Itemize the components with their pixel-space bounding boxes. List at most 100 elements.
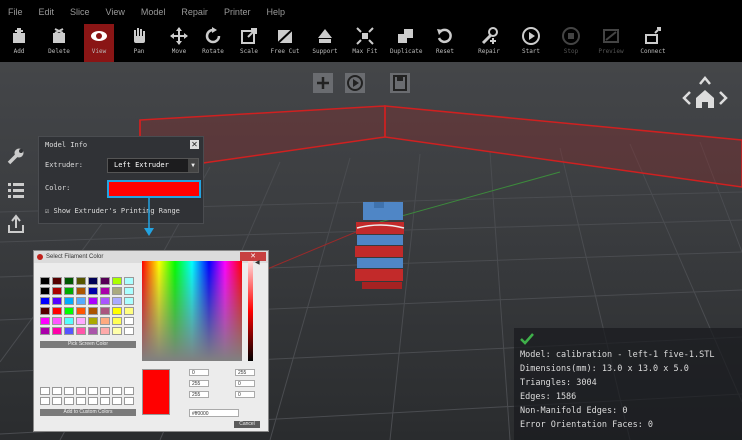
custom-color-slot[interactable] [100, 387, 110, 395]
pick-screen-color-button[interactable]: Pick Screen Color [40, 341, 136, 348]
basic-color-swatch[interactable] [52, 287, 62, 295]
export-icon[interactable] [6, 214, 26, 234]
basic-color-swatch[interactable] [52, 327, 62, 335]
custom-color-slot[interactable] [76, 387, 86, 395]
basic-color-swatch[interactable] [40, 297, 50, 305]
custom-color-slot[interactable] [52, 387, 62, 395]
menu-printer[interactable]: Printer [216, 7, 259, 17]
basic-color-swatch[interactable] [64, 277, 74, 285]
blue-spinbox[interactable]: 0 [235, 391, 255, 398]
toolbar-repair-button[interactable]: Repair [474, 24, 504, 62]
toolbar-add-button[interactable]: Add [4, 24, 34, 62]
basic-color-swatch[interactable] [88, 277, 98, 285]
toolbar-free-cut-button[interactable]: Free Cut [270, 24, 300, 62]
basic-color-swatch[interactable] [40, 277, 50, 285]
menu-view[interactable]: View [98, 7, 133, 17]
toolbar-scale-button[interactable]: Scale [234, 24, 264, 62]
basic-color-swatch[interactable] [88, 327, 98, 335]
color-spectrum[interactable] [142, 261, 242, 361]
basic-color-swatch[interactable] [76, 287, 86, 295]
custom-color-slot[interactable] [76, 397, 86, 405]
basic-color-swatch[interactable] [88, 287, 98, 295]
toolbar-stop-button[interactable]: Stop [556, 24, 586, 62]
play-preview-button[interactable] [344, 72, 366, 94]
basic-color-swatch[interactable] [124, 277, 134, 285]
menu-file[interactable]: File [0, 7, 31, 17]
toolbar-move-button[interactable]: Move [164, 24, 194, 62]
basic-color-swatch[interactable] [124, 297, 134, 305]
add-custom-color-button[interactable]: Add to Custom Colors [40, 409, 136, 416]
basic-color-swatch[interactable] [100, 287, 110, 295]
basic-color-swatch[interactable] [100, 297, 110, 305]
custom-color-slot[interactable] [124, 397, 134, 405]
basic-color-swatch[interactable] [100, 307, 110, 315]
toolbar-reset-button[interactable]: Reset [430, 24, 460, 62]
custom-color-slot[interactable] [52, 397, 62, 405]
toolbar-preview-button[interactable]: Preview [596, 24, 626, 62]
toolbar-view-button[interactable]: View [84, 24, 114, 62]
menu-edit[interactable]: Edit [31, 7, 63, 17]
custom-color-slot[interactable] [88, 397, 98, 405]
basic-color-swatch[interactable] [64, 297, 74, 305]
custom-color-slot[interactable] [40, 387, 50, 395]
toolbar-start-button[interactable]: Start [516, 24, 546, 62]
basic-color-swatch[interactable] [88, 317, 98, 325]
custom-color-slot[interactable] [40, 397, 50, 405]
custom-color-slot[interactable] [88, 387, 98, 395]
basic-color-swatch[interactable] [100, 327, 110, 335]
dialog-close-button[interactable]: ✕ [240, 252, 266, 261]
val-spinbox[interactable]: 255 [189, 391, 209, 398]
basic-color-swatch[interactable] [52, 317, 62, 325]
custom-color-slot[interactable] [112, 387, 122, 395]
basic-color-swatch[interactable] [76, 277, 86, 285]
html-hex-input[interactable]: #ff0000 [189, 409, 239, 417]
basic-color-swatch[interactable] [100, 317, 110, 325]
toolbar-delete-button[interactable]: Delete [44, 24, 74, 62]
cancel-button[interactable]: Cancel [234, 421, 260, 428]
custom-color-slot[interactable] [64, 387, 74, 395]
close-icon[interactable]: ✕ [190, 140, 199, 149]
basic-color-swatch[interactable] [64, 307, 74, 315]
toolbar-connect-button[interactable]: Connect [638, 24, 668, 62]
show-range-checkbox[interactable]: ☑ Show Extruder's Printing Range [45, 207, 180, 215]
basic-color-swatch[interactable] [112, 307, 122, 315]
wrench-icon[interactable] [6, 146, 26, 166]
basic-color-swatch[interactable] [64, 287, 74, 295]
basic-color-swatch[interactable] [76, 297, 86, 305]
basic-color-swatch[interactable] [112, 297, 122, 305]
basic-color-swatch[interactable] [100, 277, 110, 285]
basic-color-swatch[interactable] [52, 307, 62, 315]
basic-color-swatch[interactable] [52, 297, 62, 305]
toolbar-rotate-button[interactable]: Rotate [198, 24, 228, 62]
basic-color-swatch[interactable] [52, 277, 62, 285]
basic-color-swatch[interactable] [76, 327, 86, 335]
list-icon[interactable] [6, 180, 26, 200]
toolbar-support-button[interactable]: Support [310, 24, 340, 62]
slider-handle-icon[interactable]: ◀ [255, 259, 260, 266]
basic-color-swatch[interactable] [76, 307, 86, 315]
basic-color-swatch[interactable] [112, 317, 122, 325]
custom-color-slot[interactable] [112, 397, 122, 405]
basic-color-swatch[interactable] [124, 287, 134, 295]
basic-color-swatch[interactable] [124, 317, 134, 325]
basic-color-swatch[interactable] [124, 307, 134, 315]
basic-color-swatch[interactable] [40, 327, 50, 335]
basic-color-swatch[interactable] [40, 307, 50, 315]
menu-help[interactable]: Help [258, 7, 293, 17]
toolbar-duplicate-button[interactable]: Duplicate [390, 24, 423, 62]
extruder-select[interactable]: Left Extruder ▼ [107, 158, 199, 173]
basic-color-swatch[interactable] [88, 307, 98, 315]
custom-color-slot[interactable] [100, 397, 110, 405]
hue-spinbox[interactable]: 0 [189, 369, 209, 376]
basic-color-swatch[interactable] [124, 327, 134, 335]
menu-repair[interactable]: Repair [173, 7, 216, 17]
basic-color-swatch[interactable] [88, 297, 98, 305]
toolbar-max-fit-button[interactable]: Max Fit [350, 24, 380, 62]
custom-color-slot[interactable] [64, 397, 74, 405]
luminance-slider[interactable] [248, 261, 253, 361]
basic-color-swatch[interactable] [112, 287, 122, 295]
menu-slice[interactable]: Slice [62, 7, 98, 17]
custom-color-slot[interactable] [124, 387, 134, 395]
basic-color-swatch[interactable] [76, 317, 86, 325]
basic-color-swatch[interactable] [40, 317, 50, 325]
